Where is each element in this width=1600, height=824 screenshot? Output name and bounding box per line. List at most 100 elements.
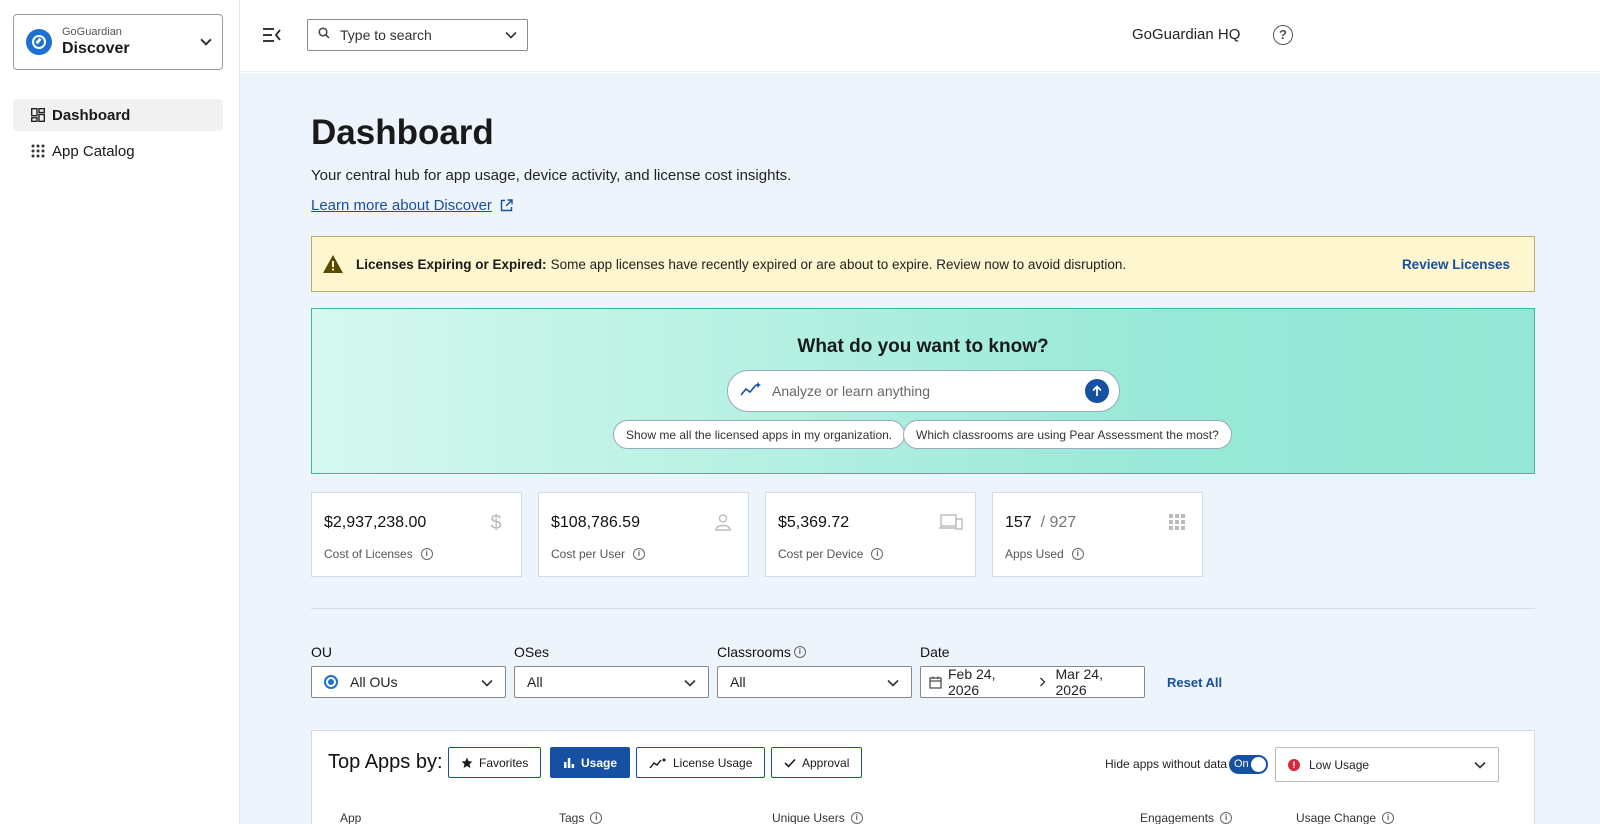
alert-icon: ! bbox=[1288, 758, 1300, 771]
sparkle-chart-icon bbox=[649, 757, 667, 769]
chevron-down-icon bbox=[505, 26, 517, 44]
column-header-unique-users[interactable]: Unique Users i bbox=[772, 811, 863, 824]
chevron-right-icon bbox=[1039, 677, 1046, 687]
star-icon bbox=[461, 757, 473, 769]
sidebar-item-label: Dashboard bbox=[52, 106, 131, 124]
info-icon[interactable]: i bbox=[590, 812, 603, 824]
usage-level-select[interactable]: ! Low Usage bbox=[1275, 747, 1499, 782]
stat-value: $2,937,238.00 bbox=[324, 514, 427, 531]
main-content: Dashboard Your central hub for app usage… bbox=[240, 73, 1600, 824]
license-alert-banner: Licenses Expiring or Expired: Some app l… bbox=[311, 236, 1535, 292]
page-title: Dashboard bbox=[311, 113, 494, 152]
apps-grid-icon bbox=[1166, 513, 1188, 533]
stat-card-apps-used: 157 / 927 Apps Used i bbox=[992, 492, 1203, 577]
help-icon[interactable]: ? bbox=[1273, 25, 1293, 45]
info-icon[interactable]: i bbox=[1220, 812, 1233, 824]
column-header-tags[interactable]: Tags i bbox=[559, 811, 603, 824]
tab-favorites[interactable]: Favorites bbox=[448, 747, 542, 778]
hide-apps-label: Hide apps without data bbox=[1105, 757, 1228, 771]
chevron-down-icon bbox=[200, 34, 212, 46]
classrooms-value: All bbox=[730, 674, 746, 690]
ask-title: What do you want to know? bbox=[797, 336, 1049, 357]
stat-card-cost-per-device: $5,369.72 Cost per Device i bbox=[765, 492, 976, 577]
info-icon[interactable]: i bbox=[420, 548, 433, 560]
sidebar: GoGuardian Discover Dashboard App Catalo… bbox=[0, 0, 240, 824]
stat-label: Cost per User i bbox=[551, 547, 646, 561]
oses-value: All bbox=[527, 674, 543, 690]
chevron-down-icon bbox=[887, 674, 899, 690]
date-range-picker[interactable]: Feb 24, 2026 Mar 24, 2026 bbox=[920, 666, 1145, 698]
hide-apps-toggle[interactable]: On bbox=[1229, 755, 1268, 774]
divider bbox=[311, 608, 1535, 609]
search-icon bbox=[318, 26, 330, 44]
ou-select[interactable]: All OUs bbox=[311, 666, 506, 698]
oses-select[interactable]: All bbox=[514, 666, 709, 698]
alert-title: Licenses Expiring or Expired: bbox=[356, 256, 547, 272]
page-description: Your central hub for app usage, device a… bbox=[311, 167, 792, 184]
suggestion-chip[interactable]: Which classrooms are using Pear Assessme… bbox=[903, 420, 1232, 449]
learn-more-label: Learn more about Discover bbox=[311, 197, 492, 214]
apps-grid-icon bbox=[31, 144, 45, 158]
stat-label: Cost per Device i bbox=[778, 547, 884, 561]
top-apps-panel: Top Apps by: Favorites Usage License Usa… bbox=[311, 730, 1535, 824]
stat-card-cost-per-user: $108,786.59 Cost per User i bbox=[538, 492, 749, 577]
date-start: Feb 24, 2026 bbox=[948, 666, 996, 698]
stat-label: Cost of Licenses i bbox=[324, 547, 433, 561]
top-bar: Type to search GoGuardian HQ ? bbox=[240, 0, 1600, 72]
stat-card-cost-of-licenses: $2,937,238.00 Cost of Licenses i $ bbox=[311, 492, 522, 577]
toggle-state: On bbox=[1234, 758, 1249, 770]
calendar-icon bbox=[929, 676, 942, 689]
stat-value: $5,369.72 bbox=[778, 514, 850, 531]
dollar-icon: $ bbox=[490, 512, 502, 534]
sidebar-item-dashboard[interactable]: Dashboard bbox=[13, 99, 223, 131]
stat-value: $108,786.59 bbox=[551, 514, 640, 531]
classrooms-label: Classrooms i bbox=[717, 644, 806, 660]
tab-approval[interactable]: Approval bbox=[771, 747, 863, 778]
send-button[interactable] bbox=[1085, 379, 1109, 403]
stat-label: Apps Used i bbox=[1005, 547, 1084, 561]
compass-icon bbox=[26, 29, 52, 55]
ask-panel: What do you want to know? Analyze or lea… bbox=[311, 308, 1535, 474]
info-icon[interactable]: i bbox=[850, 812, 863, 824]
suggestion-chip[interactable]: Show me all the licensed apps in my orga… bbox=[613, 420, 906, 449]
warning-icon bbox=[322, 254, 344, 274]
tab-license-usage[interactable]: License Usage bbox=[636, 747, 766, 778]
learn-more-link[interactable]: Learn more about Discover bbox=[311, 197, 513, 214]
alert-message: Some app licenses have recently expired … bbox=[550, 256, 1127, 272]
chevron-down-icon bbox=[684, 674, 696, 690]
oses-label: OSes bbox=[514, 644, 550, 660]
info-icon[interactable]: i bbox=[1071, 548, 1084, 560]
column-header-engagements[interactable]: Engagements i bbox=[1140, 811, 1233, 824]
ou-label: OU bbox=[311, 644, 332, 660]
reset-all-button[interactable]: Reset All bbox=[1167, 675, 1222, 690]
radio-icon bbox=[324, 675, 338, 689]
info-icon[interactable]: i bbox=[633, 548, 646, 560]
classrooms-select[interactable]: All bbox=[717, 666, 912, 698]
org-name[interactable]: GoGuardian HQ bbox=[1132, 26, 1240, 43]
brand-name: GoGuardian bbox=[62, 26, 122, 38]
collapse-sidebar-icon[interactable] bbox=[262, 26, 282, 44]
app-switcher[interactable]: GoGuardian Discover bbox=[13, 14, 223, 70]
devices-icon bbox=[939, 513, 963, 533]
external-link-icon bbox=[500, 199, 513, 212]
date-end: Mar 24, 2026 bbox=[1055, 666, 1103, 698]
sidebar-item-label: App Catalog bbox=[52, 142, 135, 160]
sidebar-item-app-catalog[interactable]: App Catalog bbox=[13, 135, 223, 167]
usage-level-value: Low Usage bbox=[1309, 757, 1370, 772]
review-licenses-link[interactable]: Review Licenses bbox=[1402, 257, 1510, 272]
toggle-knob bbox=[1251, 757, 1266, 772]
chevron-down-icon bbox=[481, 674, 493, 690]
product-name: Discover bbox=[62, 40, 130, 57]
tab-usage[interactable]: Usage bbox=[550, 747, 631, 778]
chevron-down-icon bbox=[1474, 758, 1486, 772]
info-icon[interactable]: i bbox=[1382, 812, 1395, 824]
info-icon[interactable]: i bbox=[793, 646, 806, 658]
search-input[interactable]: Type to search bbox=[307, 19, 528, 51]
stat-total: / 927 bbox=[1040, 514, 1077, 531]
sparkle-chart-icon bbox=[740, 381, 762, 402]
column-header-usage-change[interactable]: Usage Change i bbox=[1296, 811, 1395, 824]
column-header-app[interactable]: App bbox=[340, 811, 361, 824]
check-icon bbox=[784, 758, 796, 768]
info-icon[interactable]: i bbox=[871, 548, 884, 560]
ask-input[interactable]: Analyze or learn anything bbox=[727, 370, 1120, 412]
